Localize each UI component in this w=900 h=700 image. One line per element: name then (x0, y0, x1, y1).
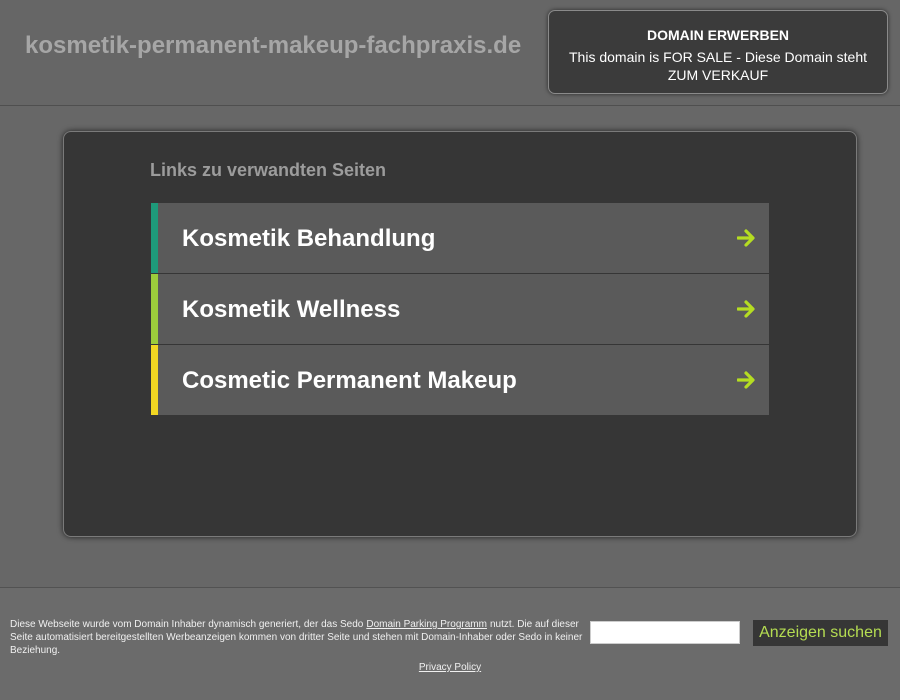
link-label: Kosmetik Wellness (182, 296, 401, 323)
sale-text: This domain is FOR SALE - Diese Domain s… (569, 49, 867, 83)
main-band: Links zu verwandten Seiten Kosmetik Beha… (0, 106, 900, 588)
header: kosmetik-permanent-makeup-fachpraxis.de … (0, 0, 900, 106)
footer: Diese Webseite wurde vom Domain Inhaber … (0, 588, 900, 700)
disclaimer-text: Diese Webseite wurde vom Domain Inhaber … (10, 618, 584, 657)
privacy-policy-wrapper: Privacy Policy (0, 662, 900, 673)
related-link-cosmetic-permanent-makeup[interactable]: Cosmetic Permanent Makeup (151, 345, 769, 415)
domain-parking-link[interactable]: Domain Parking Programm (366, 619, 487, 630)
domain-title: kosmetik-permanent-makeup-fachpraxis.de (25, 32, 522, 59)
link-label: Cosmetic Permanent Makeup (182, 367, 517, 394)
privacy-policy-link[interactable]: Privacy Policy (419, 662, 481, 673)
link-label: Kosmetik Behandlung (182, 225, 436, 252)
search-button[interactable]: Anzeigen suchen (753, 620, 888, 646)
related-link-kosmetik-behandlung[interactable]: Kosmetik Behandlung (151, 203, 769, 273)
links-list: Kosmetik Behandlung Kosmetik Wellness Co… (151, 203, 769, 416)
arrow-right-icon (737, 300, 755, 318)
arrow-right-icon (737, 229, 755, 247)
links-heading: Links zu verwandten Seiten (150, 160, 387, 180)
search-input[interactable] (590, 621, 740, 644)
link-accent-bar (151, 274, 158, 344)
disclaimer-pre: Diese Webseite wurde vom Domain Inhaber … (10, 619, 364, 630)
related-link-kosmetik-wellness[interactable]: Kosmetik Wellness (151, 274, 769, 344)
related-links-panel: Links zu verwandten Seiten Kosmetik Beha… (63, 131, 857, 537)
link-accent-bar (151, 345, 158, 415)
sale-title: DOMAIN ERWERBEN (646, 27, 790, 43)
arrow-right-icon (737, 371, 755, 389)
domain-sale-box[interactable]: DOMAIN ERWERBEN This domain is FOR SALE … (548, 10, 888, 94)
link-accent-bar (151, 203, 158, 273)
